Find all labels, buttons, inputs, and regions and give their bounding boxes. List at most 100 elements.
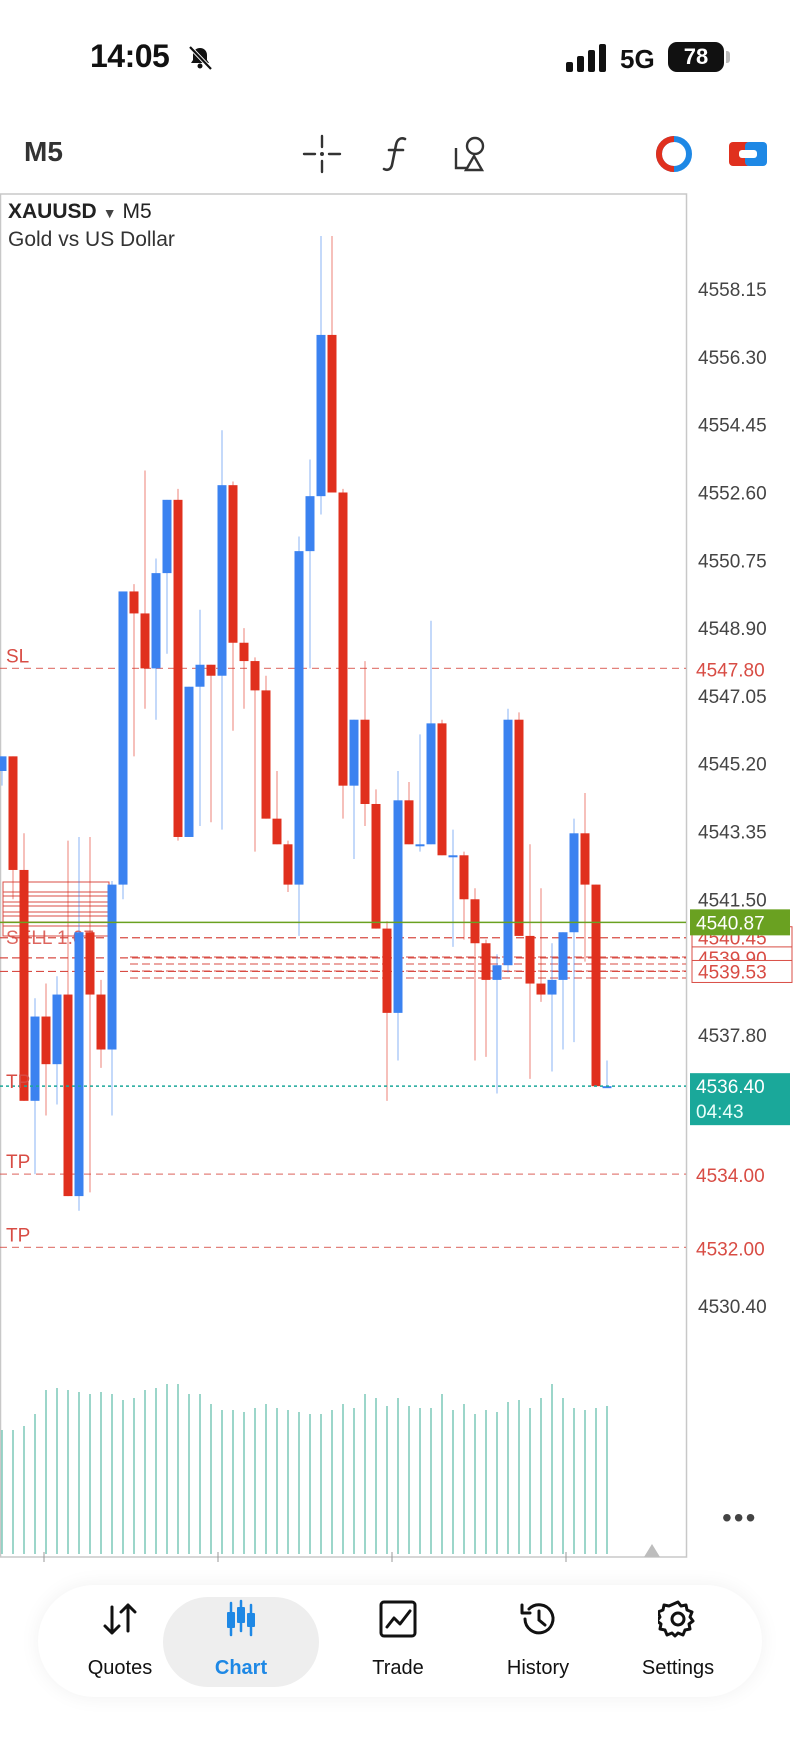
nav-history-label: History [506,1657,570,1679]
ask-price-label: 4540.87 [696,913,765,934]
candle-body [74,932,84,1197]
candle-body [8,756,18,870]
candle-body [371,803,381,929]
candle-body [261,690,271,819]
candle-body [426,723,436,845]
candle-body [580,833,590,885]
candle-body [184,686,194,837]
order-level-label: TP [6,1072,30,1093]
history-clock-icon [520,1603,555,1635]
candle-body [0,756,7,772]
candle-body [459,855,469,900]
candle-body [415,844,425,847]
candle-body [283,844,293,885]
entry-price-label: 4539.53 [698,962,767,983]
candle-body [536,983,546,995]
candle-body [294,551,304,885]
indicator-function-icon[interactable] [375,132,419,176]
price-tick-label: 4547.05 [698,687,767,708]
candle-body [250,661,260,691]
price-tick-label: 4554.45 [698,416,767,437]
symbol-dropdown-icon[interactable]: ▼ [103,205,117,221]
network-type: 5G [620,44,655,74]
price-tick-label: 4548.90 [698,619,767,640]
more-options-button[interactable]: ••• [722,1502,757,1534]
order-tag-box [2,881,110,897]
order-level-price: 4547.80 [696,660,765,681]
candle-body [129,591,139,614]
candle-body [173,499,183,837]
nav-settings-label: Settings [641,1657,715,1679]
candle-body [96,994,106,1050]
symbol-title[interactable]: XAUUSD ▼ M5 [8,200,152,224]
candle-body [514,719,524,936]
nav-history[interactable]: History [468,1585,608,1697]
status-bar: 14:05 5G 78 [0,0,800,110]
candle-body [316,334,326,497]
price-tick-label: 4537.80 [698,1026,767,1047]
objects-shapes-icon[interactable] [450,132,494,176]
candle-body [448,855,458,858]
nav-trade[interactable]: Trade [328,1585,468,1697]
chart-canvas[interactable]: SL4547.80TP4534.00TP4532.00SELL 1.07TP45… [0,192,800,1562]
timeframe-button[interactable]: M5 [24,136,63,168]
candle-body [437,723,447,856]
bid-price-label: 4536.40 [696,1077,765,1098]
gear-icon [658,1600,695,1638]
nav-chart[interactable]: Chart [163,1585,319,1697]
candle-body [195,664,205,687]
candle-body [19,869,29,1101]
bottom-navigation: Quotes Chart Trade History Settings [38,1585,762,1697]
candle-body [404,800,414,845]
order-tag-box [2,891,110,907]
nav-chart-label: Chart [214,1657,268,1679]
price-tick-label: 4545.20 [698,755,767,776]
candle-body [558,932,568,980]
candle-body [349,719,359,786]
candlestick-chart-icon [227,1599,255,1637]
candle-body [338,492,348,786]
order-level-price: 4532.00 [696,1239,765,1260]
price-tick-label: 4552.60 [698,483,767,504]
price-chart[interactable]: SL 4547.80 TP 4534.00 TP 4532.00 SELL 1.07 TP 45… [0,192,800,1562]
nav-settings[interactable]: Settings [608,1585,748,1697]
candle-body [85,932,95,995]
price-tick-label: 4556.30 [698,348,767,369]
candle-body [569,833,579,933]
symbol-name: XAUUSD [8,200,97,223]
candle-body [470,899,480,944]
price-tick-label: 4543.35 [698,822,767,843]
one-click-trading-icon[interactable] [652,132,696,176]
candle-body [52,994,62,1065]
order-level-label: SL [6,646,29,667]
account-switch-icon[interactable] [726,132,770,176]
symbol-description: Gold vs US Dollar [8,228,175,251]
candle-body [591,884,601,1087]
battery-icon: 78 [668,42,730,72]
candle-body [305,496,315,552]
candle-body [107,884,117,1050]
bell-muted-icon [188,45,213,71]
candle-body [525,935,535,984]
chart-toolbar: M5 [0,120,800,190]
candle-body [151,573,161,669]
nav-trade-label: Trade [372,1657,424,1679]
candle-body [217,485,227,676]
candle-body [228,485,238,643]
crosshair-icon[interactable] [300,132,344,176]
candle-body [360,719,370,804]
order-level-price: 4534.00 [696,1166,765,1187]
symbol-timeframe: M5 [122,200,152,223]
candle-body [393,800,403,1013]
candle-body [481,943,491,980]
bar-countdown-label: 04:43 [696,1102,744,1123]
signal-strength-icon [566,44,606,72]
candle-body [118,591,128,885]
chart-shift-marker-icon[interactable] [644,1544,660,1557]
trade-line-chart-icon [379,1600,417,1638]
candle-body [503,719,513,966]
candle-body [272,818,282,845]
candle-body [30,1016,40,1101]
order-tag-box [2,911,110,927]
price-tick-label: 4558.15 [698,280,767,301]
